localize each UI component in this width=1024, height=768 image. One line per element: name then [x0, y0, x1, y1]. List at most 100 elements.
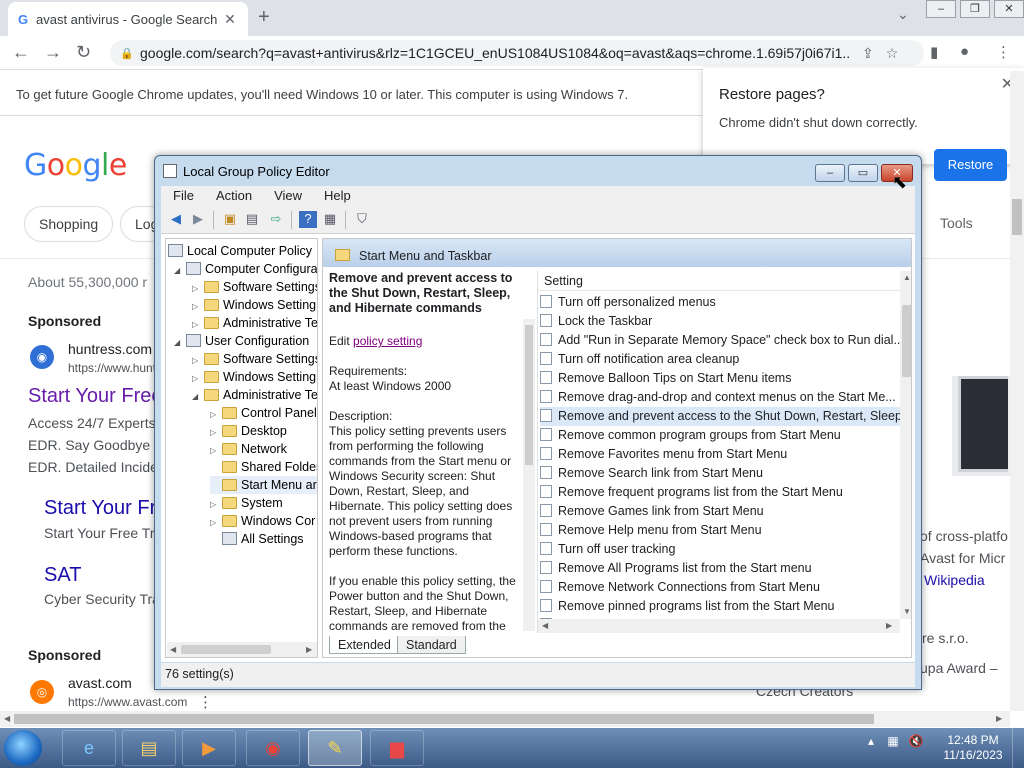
setting-row[interactable]: Remove Search link from Start Menu: [540, 464, 900, 483]
show-desktop-button[interactable]: [1012, 728, 1024, 768]
tab-extended[interactable]: Extended: [329, 636, 400, 654]
setting-row-selected[interactable]: Remove and prevent access to the Shut Do…: [540, 407, 900, 426]
filter-icon[interactable]: ⛉: [353, 211, 371, 228]
bookmark-star-icon[interactable]: ☆: [886, 45, 899, 62]
tree-node[interactable]: Shared Folder: [210, 458, 317, 476]
setting-row[interactable]: Add "Run in Separate Memory Space" check…: [540, 331, 900, 350]
tree-node[interactable]: ▷ Network: [210, 440, 287, 458]
url-text[interactable]: google.com/search?q=avast+antivirus&rlz=…: [140, 45, 850, 61]
page-vertical-scrollbar[interactable]: [1010, 71, 1024, 711]
setting-row[interactable]: Remove Favorites menu from Start Menu: [540, 445, 900, 464]
description-scroll-thumb[interactable]: [525, 325, 533, 465]
tree-node[interactable]: ▷ Windows Setting: [192, 368, 316, 386]
tree-node[interactable]: All Settings: [210, 530, 304, 548]
ad-title-link[interactable]: Start Your Free: [28, 385, 163, 408]
sitelink-title[interactable]: Start Your Fr: [44, 497, 156, 520]
tree-horizontal-scrollbar[interactable]: ◀ ▶: [167, 642, 317, 657]
gpe-titlebar[interactable]: Local Group Policy Editor: [163, 164, 330, 179]
ad-site-url[interactable]: https://www.avast.com: [68, 695, 187, 709]
close-window-button[interactable]: ✕: [994, 0, 1024, 18]
setting-row[interactable]: Remove pinned programs list from the Sta…: [540, 597, 900, 616]
minimize-window-button[interactable]: –: [926, 0, 956, 18]
scroll-right-icon[interactable]: ▶: [996, 714, 1002, 723]
setting-row[interactable]: Remove Network Connections from Start Me…: [540, 578, 900, 597]
file-explorer-icon[interactable]: ▤: [122, 730, 176, 766]
show-hidden-icons-icon[interactable]: ▴: [868, 734, 874, 748]
settings-horizontal-scrollbar[interactable]: ◀ ▶: [538, 619, 900, 633]
share-icon[interactable]: ⇪: [862, 45, 874, 62]
tree-node[interactable]: ▷ Control Panel: [210, 404, 317, 422]
scroll-right-icon[interactable]: ▶: [886, 621, 892, 630]
tree-node[interactable]: ▷ Administrative Te: [192, 314, 317, 332]
forward-icon[interactable]: ▶: [189, 211, 207, 228]
tree-node[interactable]: ▷ System: [210, 494, 283, 512]
scroll-left-icon[interactable]: ◀: [170, 645, 176, 654]
tab-search-chevron-icon[interactable]: ⌄: [897, 6, 909, 23]
restore-window-button[interactable]: ❐: [960, 0, 990, 18]
setting-row[interactable]: Lock the Taskbar: [540, 312, 900, 331]
internet-explorer-icon[interactable]: e: [62, 730, 116, 766]
tree-node[interactable]: ▷ Windows Cor: [210, 512, 315, 530]
toolbox-app-icon[interactable]: ▆: [370, 730, 424, 766]
reload-icon[interactable]: ↻: [76, 42, 91, 63]
google-logo[interactable]: Google: [24, 148, 127, 183]
column-header-setting[interactable]: Setting: [538, 271, 900, 291]
gpe-minimize-button[interactable]: –: [815, 164, 845, 182]
tools-button[interactable]: Tools: [940, 215, 973, 231]
help-icon[interactable]: ?: [299, 211, 317, 228]
menu-file[interactable]: File: [161, 186, 204, 206]
tree-node[interactable]: ◢ Computer Configura: [174, 260, 317, 278]
menu-help[interactable]: Help: [312, 186, 361, 206]
tree-node[interactable]: ▷ Software Settings: [192, 350, 317, 368]
wikipedia-link[interactable]: Wikipedia: [924, 572, 985, 588]
setting-row[interactable]: Turn off notification area cleanup: [540, 350, 900, 369]
scroll-left-icon[interactable]: ◀: [542, 621, 548, 630]
description-scrollbar[interactable]: [523, 319, 535, 631]
tree-node[interactable]: ▷ Software Settings: [192, 278, 317, 296]
ad-site-name[interactable]: avast.com: [68, 675, 132, 691]
settings-vertical-scrollbar[interactable]: ▲ ▼: [900, 271, 911, 619]
lock-icon[interactable]: 🔒: [120, 47, 140, 60]
page-horizontal-scrollbar[interactable]: ◀ ▶: [0, 711, 1010, 727]
menu-kebab-icon[interactable]: ⋮: [996, 43, 1011, 61]
network-icon[interactable]: ▦: [887, 734, 898, 748]
browser-tab[interactable]: G avast antivirus - Google Search ✕: [8, 2, 248, 36]
policy-setting-link[interactable]: policy setting: [353, 334, 422, 348]
more-options-kebab-icon[interactable]: ⋮: [198, 693, 213, 711]
show-hide-tree-icon[interactable]: ▤: [243, 211, 261, 228]
tree-node[interactable]: ◢ Administrative Te: [192, 386, 317, 404]
ad-site-name[interactable]: huntress.com: [68, 341, 152, 357]
address-bar[interactable]: 🔒 google.com/search?q=avast+antivirus&rl…: [110, 40, 924, 66]
tree-node[interactable]: ◢ User Configuration: [174, 332, 309, 350]
properties-icon[interactable]: ▦: [321, 211, 339, 228]
export-list-icon[interactable]: ⇨: [267, 211, 285, 228]
group-policy-taskbar-icon[interactable]: ✎: [308, 730, 362, 766]
setting-row[interactable]: Remove All Programs list from the Start …: [540, 559, 900, 578]
ad-site-url[interactable]: https://www.hunt: [68, 361, 156, 375]
gpe-maximize-button[interactable]: ▭: [848, 164, 878, 182]
page-horizontal-scroll-thumb[interactable]: [14, 714, 874, 724]
settings-scroll-thumb[interactable]: [902, 305, 911, 377]
page-vertical-scroll-thumb[interactable]: [1012, 199, 1022, 235]
menu-view[interactable]: View: [262, 186, 312, 206]
start-button[interactable]: [4, 730, 42, 766]
tree-node-selected[interactable]: Start Menu ar: [210, 476, 317, 494]
scroll-up-icon[interactable]: ▲: [903, 273, 911, 282]
forward-arrow-icon[interactable]: →: [44, 42, 62, 63]
scroll-down-icon[interactable]: ▼: [903, 607, 911, 616]
setting-row[interactable]: Remove Help menu from Start Menu: [540, 521, 900, 540]
taskbar-clock[interactable]: 12:48 PM 11/16/2023: [940, 733, 1006, 763]
setting-row[interactable]: Remove common program groups from Start …: [540, 426, 900, 445]
profile-avatar-icon[interactable]: ●: [960, 43, 969, 60]
back-icon[interactable]: ◀: [167, 211, 185, 228]
chip-shopping[interactable]: Shopping: [24, 206, 114, 242]
tree-node[interactable]: ▷ Desktop: [210, 422, 287, 440]
side-panel-icon[interactable]: ▮: [930, 43, 938, 61]
tree-scroll-thumb[interactable]: [181, 645, 271, 654]
tree-node[interactable]: ▷ Windows Setting: [192, 296, 316, 314]
back-arrow-icon[interactable]: ←: [12, 42, 30, 63]
setting-row[interactable]: Remove Games link from Start Menu: [540, 502, 900, 521]
sitelink-title[interactable]: SAT: [44, 564, 81, 587]
setting-row[interactable]: Remove Balloon Tips on Start Menu items: [540, 369, 900, 388]
restore-button[interactable]: Restore: [934, 149, 1007, 181]
